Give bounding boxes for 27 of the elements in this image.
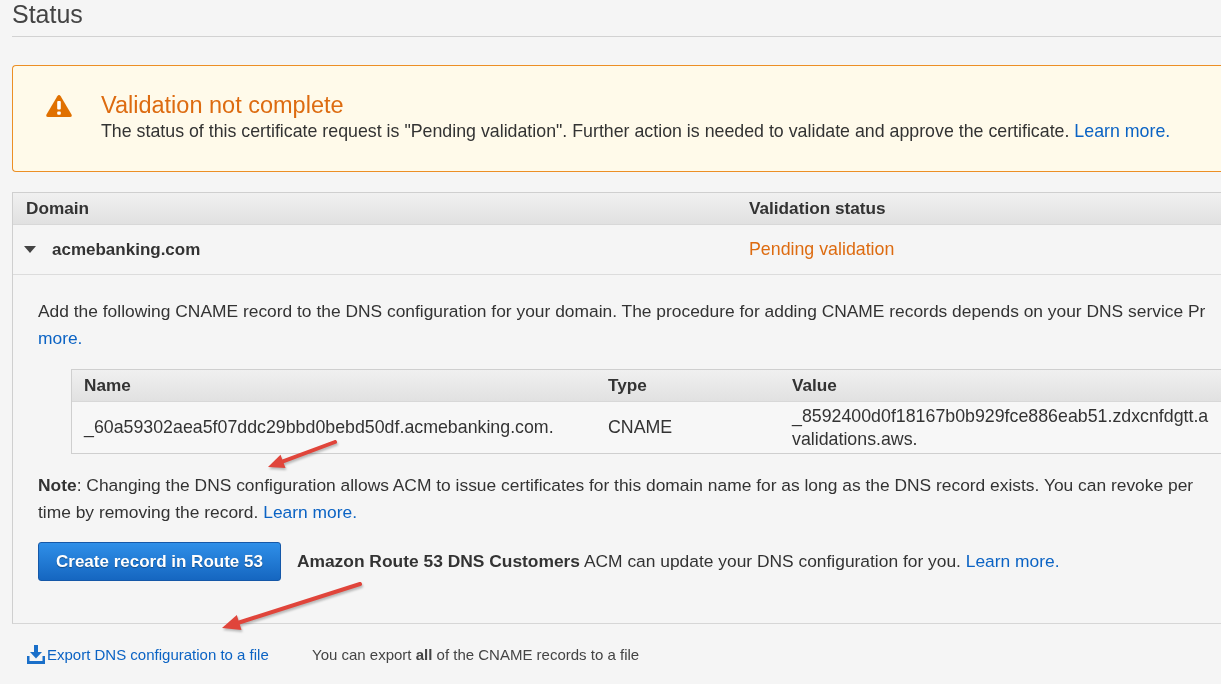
validation-status: Pending validation <box>749 239 895 260</box>
warning-icon <box>46 95 72 117</box>
record-value: _8592400d0f18167b0b929fce886eab51.zdxcnfdgtt.a validations.aws. <box>792 404 1209 451</box>
column-header: Value <box>791 375 837 396</box>
note-text: Note: Changing the DNS configuration allows ACM to issue certificates for this domain name for as long as the DNS record exists. You can revoke per time by removing the record. Learn more. <box>38 474 1195 524</box>
caret-icon[interactable] <box>24 246 36 253</box>
record-type: CNAME <box>608 417 673 437</box>
learn-more-link[interactable]: Learn more. <box>1074 121 1171 141</box>
alert-message: The status of this certificate request is "Pending validation". Further action is needed to validate and approve the certificate. Learn more. <box>101 120 1171 142</box>
column-header: Name <box>83 375 132 396</box>
alert-title: Validation not complete <box>101 91 344 119</box>
export-description: You can export all of the CNAME records to a file <box>312 646 640 663</box>
learn-more-link[interactable]: Learn more. <box>965 551 1060 571</box>
column-header: Type <box>607 375 648 396</box>
instruction-text: Add the following CNAME record to the DNS configuration for your domain. The procedure for adding CNAME records depends on your DNS service Pr more. <box>38 300 1207 350</box>
page-title: Status <box>12 0 83 28</box>
learn-more-link[interactable]: Learn more. <box>263 502 357 522</box>
learn-more-link[interactable]: more. <box>38 328 83 348</box>
route53-text: Amazon Route 53 DNS Customers ACM can update your DNS configuration for you. Learn more. <box>296 551 1060 572</box>
create-record-button[interactable]: Create record in Route 53 <box>38 542 281 581</box>
record-name: _60a59302aea5f07ddc29bbd0bebd50df.acmebanking.com. <box>84 417 554 437</box>
domain-name: acmebanking.com <box>52 239 201 260</box>
annotation-arrow <box>268 440 337 468</box>
column-header: Domain <box>25 198 91 219</box>
export-link[interactable]: Export DNS configuration to a file <box>27 645 312 664</box>
column-header: Validation status <box>748 198 886 219</box>
download-icon <box>27 645 45 664</box>
